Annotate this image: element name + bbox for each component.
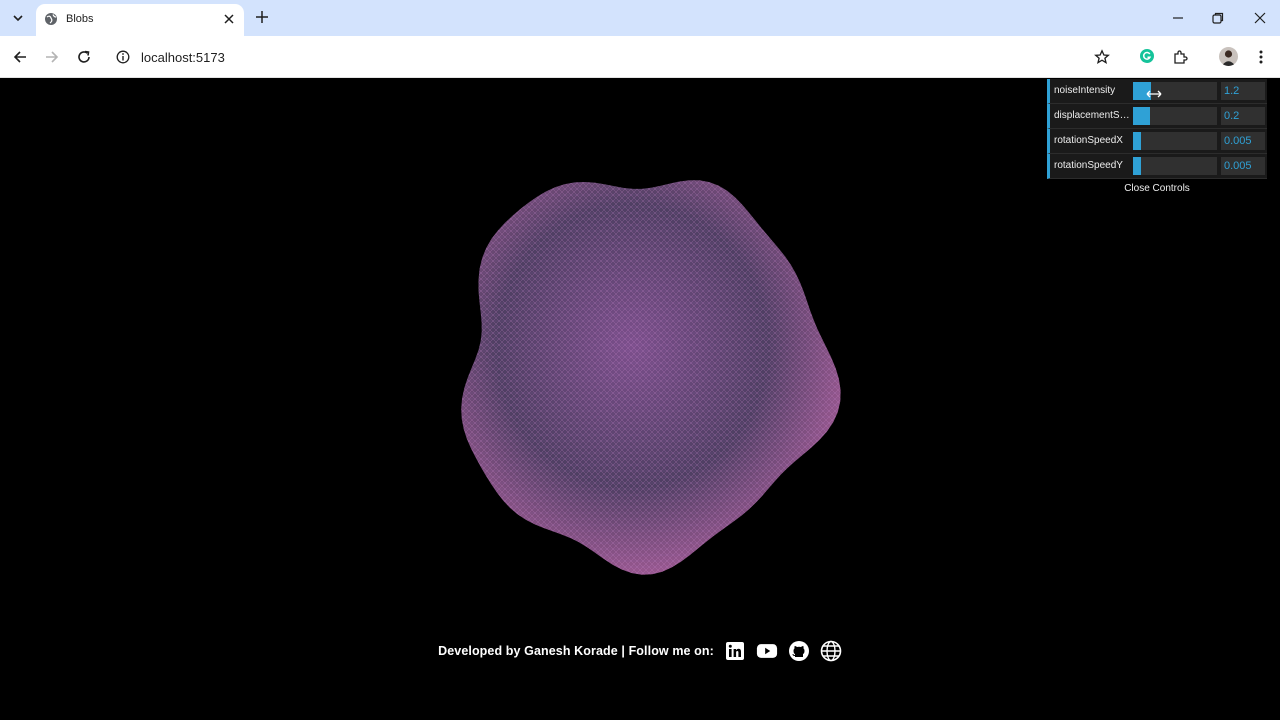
- close-window-icon[interactable]: [1253, 11, 1267, 25]
- footer: Developed by Ganesh Korade | Follow me o…: [0, 638, 1280, 664]
- extensions-puzzle-icon[interactable]: [1172, 49, 1188, 65]
- displacement-strength-input[interactable]: 0.2: [1221, 107, 1265, 125]
- site-info-icon[interactable]: [116, 50, 130, 64]
- url-text[interactable]: localhost:5173: [141, 50, 225, 65]
- blob-mesh-canvas[interactable]: [430, 168, 850, 588]
- close-tab-icon[interactable]: [222, 12, 236, 26]
- control-label: rotationSpeedX: [1054, 135, 1123, 146]
- youtube-link[interactable]: [756, 640, 778, 662]
- github-icon: [788, 641, 809, 661]
- globe-icon: [820, 640, 842, 662]
- linkedin-link[interactable]: [724, 640, 746, 662]
- control-label: rotationSpeedY: [1054, 160, 1123, 171]
- control-label: noiseIntensity: [1054, 85, 1116, 96]
- tab-search-button[interactable]: [6, 6, 30, 30]
- youtube-icon: [756, 644, 777, 658]
- back-arrow-icon[interactable]: [12, 49, 28, 65]
- slider-fill: [1133, 157, 1142, 175]
- close-controls-button[interactable]: Close Controls: [1047, 179, 1267, 199]
- address-bar[interactable]: localhost:5173: [106, 40, 1132, 74]
- menu-kebab-icon[interactable]: [1253, 49, 1269, 65]
- linkedin-icon: [725, 642, 744, 660]
- control-rotation-speed-x: rotationSpeedX 0.005: [1047, 129, 1267, 154]
- forward-arrow-icon[interactable]: [44, 49, 60, 65]
- resize-cursor-icon: [1146, 90, 1162, 98]
- profile-avatar[interactable]: [1219, 47, 1238, 66]
- browser-tab[interactable]: Blobs: [36, 4, 244, 36]
- tab-title: Blobs: [66, 13, 94, 25]
- minimize-icon[interactable]: [1171, 11, 1185, 25]
- rotation-speed-y-input[interactable]: 0.005: [1221, 157, 1265, 175]
- new-tab-icon[interactable]: [254, 9, 270, 25]
- profile-person-icon: [1221, 50, 1236, 66]
- website-link[interactable]: [820, 640, 842, 662]
- footer-text: Developed by Ganesh Korade | Follow me o…: [438, 644, 714, 658]
- slider-fill: [1133, 132, 1142, 150]
- restore-icon[interactable]: [1211, 11, 1225, 25]
- rotation-speed-x-input[interactable]: 0.005: [1221, 132, 1265, 150]
- displacement-strength-slider[interactable]: [1133, 107, 1217, 125]
- browser-toolbar: localhost:5173: [0, 36, 1280, 78]
- rotation-speed-y-slider[interactable]: [1133, 157, 1217, 175]
- bookmark-star-icon[interactable]: [1094, 49, 1110, 65]
- chevron-down-icon: [13, 15, 23, 22]
- noise-intensity-input[interactable]: 1.2: [1221, 82, 1265, 100]
- globe-favicon-icon: [45, 13, 57, 25]
- tab-strip: Blobs: [0, 0, 1280, 36]
- blob-wireframe: [461, 180, 841, 575]
- reload-icon[interactable]: [76, 49, 92, 65]
- rotation-speed-x-slider[interactable]: [1133, 132, 1217, 150]
- control-displacement-strength: displacementStrength 0.2: [1047, 104, 1267, 129]
- slider-fill: [1133, 107, 1150, 125]
- grammarly-extension-icon[interactable]: [1140, 49, 1154, 63]
- control-label: displacementStrength: [1054, 110, 1130, 121]
- github-link[interactable]: [788, 640, 810, 662]
- control-rotation-speed-y: rotationSpeedY 0.005: [1047, 154, 1267, 179]
- grammarly-g-icon: [1142, 51, 1152, 60]
